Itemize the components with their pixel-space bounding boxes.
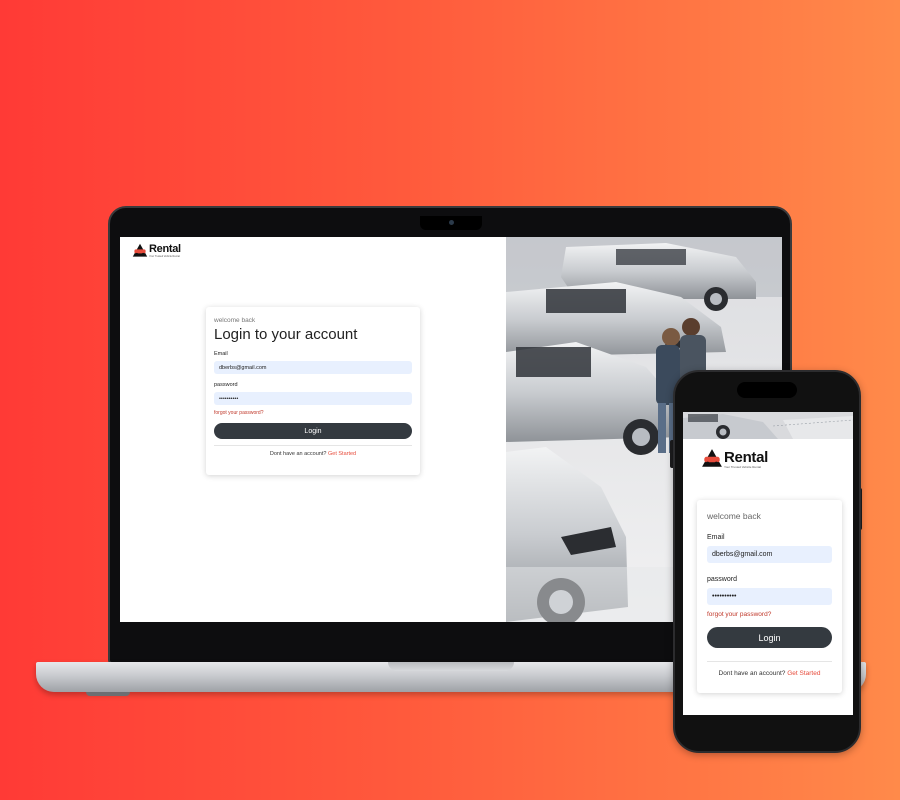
brand-name: Rental bbox=[724, 448, 769, 466]
email-field[interactable]: dberbs@gmail.com bbox=[707, 546, 832, 563]
signup-prompt-text: Dont have an account? bbox=[718, 670, 786, 677]
camera-icon bbox=[449, 220, 454, 225]
phone-device: Rental Your Trusted Vehicle Rental welco… bbox=[673, 370, 861, 753]
signup-prompt: Dont have an account? Get Started bbox=[707, 670, 832, 677]
forgot-password-link[interactable]: forgot your password? bbox=[707, 611, 832, 618]
brand-logo[interactable]: Rental Your Trusted Vehicle Rental bbox=[132, 243, 181, 259]
signup-prompt-text: Dont have an account? bbox=[269, 451, 327, 457]
email-label: Email bbox=[214, 351, 228, 357]
login-button[interactable]: Login bbox=[707, 627, 832, 648]
laptop-opening-groove bbox=[388, 662, 514, 671]
forgot-password-link[interactable]: forgot your password? bbox=[214, 410, 412, 416]
password-label: password bbox=[707, 576, 737, 583]
card-divider bbox=[214, 445, 412, 446]
laptop-notch bbox=[420, 216, 482, 230]
showroom-illustration bbox=[683, 412, 853, 439]
login-panel: Rental Your Trusted Vehicle Rental welco… bbox=[120, 237, 506, 622]
car-logo-icon bbox=[132, 243, 148, 257]
email-field[interactable]: dberbs@gmail.com bbox=[214, 361, 412, 374]
login-card: welcome back Login to your account Email… bbox=[206, 307, 420, 475]
card-divider bbox=[707, 661, 832, 662]
get-started-link[interactable]: Get Started bbox=[787, 670, 820, 677]
brand-name: Rental bbox=[149, 242, 181, 255]
email-label: Email bbox=[707, 534, 725, 541]
phone-screen: Rental Your Trusted Vehicle Rental welco… bbox=[683, 412, 853, 715]
login-card: welcome back Email dberbs@gmail.com pass… bbox=[697, 500, 842, 693]
laptop-foot bbox=[86, 692, 130, 696]
password-label: password bbox=[214, 382, 238, 388]
password-field[interactable]: •••••••••• bbox=[214, 392, 412, 405]
welcome-text: welcome back bbox=[214, 317, 256, 324]
password-field[interactable]: •••••••••• bbox=[707, 588, 832, 605]
login-button[interactable]: Login bbox=[214, 423, 412, 439]
welcome-text: welcome back bbox=[707, 511, 761, 521]
get-started-link[interactable]: Get Started bbox=[328, 451, 356, 457]
signup-prompt: Dont have an account? Get Started bbox=[214, 451, 412, 457]
car-showroom-photo bbox=[683, 412, 853, 439]
page-title: Login to your account bbox=[214, 326, 358, 343]
phone-dynamic-island bbox=[737, 382, 797, 398]
brand-tagline: Your Trusted Vehicle Rental bbox=[724, 464, 761, 469]
car-logo-icon bbox=[702, 449, 722, 467]
brand-logo[interactable]: Rental Your Trusted Vehicle Rental bbox=[701, 448, 768, 470]
brand-tagline: Your Trusted Vehicle Rental bbox=[149, 254, 180, 258]
